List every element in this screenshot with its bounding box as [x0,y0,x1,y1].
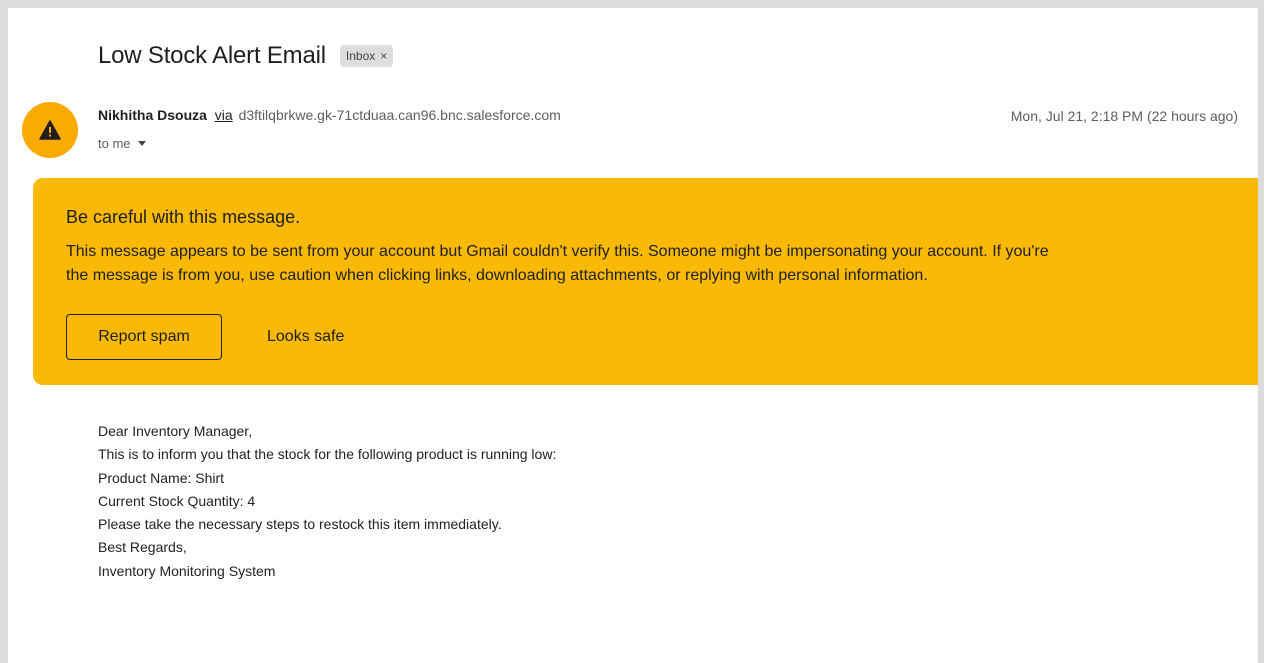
caret-down-icon[interactable] [137,141,146,146]
body-line: Inventory Monitoring System [98,562,276,579]
body-line: Please take the necessary steps to resto… [98,516,502,533]
body-line: Dear Inventory Manager, [98,423,253,439]
body-line: Product Name: Shirt [98,469,225,486]
inbox-label-chip[interactable]: Inbox × [339,45,394,67]
sender-domain: d3ftilqbrkwe.gk-71ctduaa.can96.bnc.sales… [238,107,561,123]
sender-avatar[interactable] [22,102,78,158]
warning-title: Be careful with this message. [66,207,301,227]
remove-label-icon[interactable]: × [380,49,387,63]
warning-triangle-icon [39,120,61,140]
body-line: This is to inform you that the stock for… [98,446,557,463]
warning-message: This message appears to be sent from you… [66,240,1246,288]
recipient-text: to me [98,136,131,151]
sender-name[interactable]: Nikhitha Dsouza [98,107,207,123]
email-date: Mon, Jul 21, 2:18 PM (22 hours ago) [1010,108,1238,124]
email-view: Low Stock Alert Email Inbox × Nikhitha D… [8,8,1258,663]
report-spam-button[interactable]: Report spam [66,314,222,360]
body-line: Best Regards, [98,539,187,556]
warning-line: the message is from you, use caution whe… [66,267,928,284]
via-link[interactable]: via [215,107,233,123]
warning-line: This message appears to be sent from you… [66,243,1049,260]
email-body: Dear Inventory Manager, This is to infor… [98,420,556,583]
subject-row: Low Stock Alert Email Inbox × [98,42,394,70]
body-line: Current Stock Quantity: 4 [98,492,256,509]
email-subject: Low Stock Alert Email [98,42,326,69]
looks-safe-button[interactable]: Looks safe [253,314,358,360]
recipient-details-toggle[interactable]: to me [98,136,146,151]
sender-line: Nikhitha Dsouza via d3ftilqbrkwe.gk-71ct… [98,107,561,123]
label-chip-text: Inbox [345,49,376,63]
spoof-warning-banner: Be careful with this message. This messa… [33,178,1258,385]
